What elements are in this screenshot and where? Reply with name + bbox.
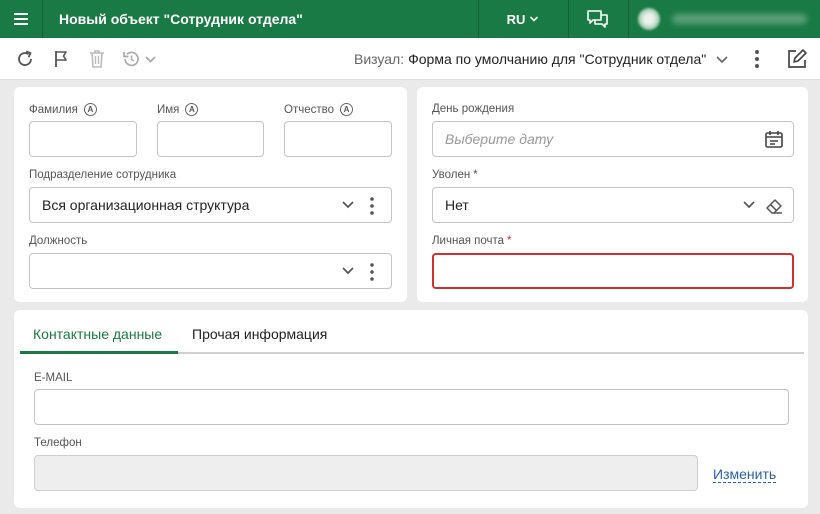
department-dropdown[interactable] xyxy=(341,196,355,214)
toolbar: Визуал: Форма по умолчанию для "Сотрудни… xyxy=(0,38,820,80)
department-more[interactable] xyxy=(369,196,375,216)
last-name-label: Фамилия A xyxy=(29,103,97,116)
flag-button[interactable] xyxy=(48,46,74,72)
calendar-icon xyxy=(765,131,783,148)
personal-email-label: Личная почта * xyxy=(432,235,512,247)
position-select[interactable] xyxy=(29,253,392,289)
menu-button[interactable] xyxy=(0,0,42,38)
chevron-down-icon xyxy=(716,56,728,64)
chat-button[interactable] xyxy=(568,0,628,38)
required-mark: * xyxy=(473,169,478,181)
tab-other-info[interactable]: Прочая информация xyxy=(192,326,327,342)
first-name-label-text: Имя xyxy=(157,103,180,116)
fired-clear-button[interactable] xyxy=(764,196,784,216)
refresh-icon xyxy=(18,50,32,66)
required-mark: * xyxy=(507,235,512,247)
menu-icon xyxy=(14,13,28,25)
edit-button[interactable] xyxy=(784,46,810,72)
user-name-blurred xyxy=(672,14,807,24)
chevron-down-icon xyxy=(342,267,354,275)
email-input[interactable] xyxy=(34,389,789,425)
more-vertical-icon xyxy=(370,197,374,215)
middle-name-label: Отчество A xyxy=(284,103,353,116)
flag-icon xyxy=(55,51,67,67)
avatar xyxy=(638,8,660,30)
fired-dropdown[interactable] xyxy=(742,196,756,214)
phone-label: Телефон xyxy=(34,437,82,449)
middle-name-label-text: Отчество xyxy=(284,103,334,116)
visual-label: Визуал: xyxy=(354,51,405,67)
department-value: Вся организационная структура xyxy=(42,197,250,213)
active-tab-indicator xyxy=(20,351,178,354)
visual-value: Форма по умолчанию для "Сотрудник отдела… xyxy=(408,51,707,67)
position-more[interactable] xyxy=(369,262,375,282)
fired-label: Уволен * xyxy=(432,169,478,181)
page-title: Новый объект "Сотрудник отдела" xyxy=(59,11,303,27)
chat-icon xyxy=(587,10,608,28)
last-name-input[interactable] xyxy=(29,121,137,157)
visual-selector[interactable]: Визуал: Форма по умолчанию для "Сотрудни… xyxy=(354,51,730,67)
email-label: E-MAIL xyxy=(34,372,73,384)
department-select[interactable]: Вся организационная структура xyxy=(29,187,392,223)
app-header: Новый объект "Сотрудник отдела" RU xyxy=(0,0,820,38)
chevron-down-icon xyxy=(743,201,755,209)
birthday-label: День рождения xyxy=(432,103,515,115)
tab-contacts[interactable]: Контактные данные xyxy=(33,326,162,342)
chevron-down-icon xyxy=(530,16,539,22)
department-label: Подразделение сотрудника xyxy=(29,169,177,181)
auto-fill-icon: A xyxy=(185,103,199,116)
history-button[interactable] xyxy=(120,46,160,72)
more-vertical-icon xyxy=(370,263,374,281)
calendar-button[interactable] xyxy=(764,129,784,149)
fired-value: Нет xyxy=(445,197,469,213)
user-menu[interactable] xyxy=(628,0,820,38)
position-label: Должность xyxy=(29,235,88,247)
change-phone-link[interactable]: Изменить xyxy=(713,466,777,483)
last-name-label-text: Фамилия xyxy=(29,103,78,116)
trash-icon xyxy=(90,50,104,68)
edit-icon xyxy=(788,49,807,68)
delete-button[interactable] xyxy=(84,46,110,72)
more-vertical-icon xyxy=(755,50,759,68)
header-divider xyxy=(42,0,43,38)
more-options-button[interactable] xyxy=(744,46,770,72)
phone-input xyxy=(34,455,698,491)
fired-label-text: Уволен xyxy=(432,169,471,181)
middle-name-input[interactable] xyxy=(284,121,392,157)
tab-bar: Контактные данные Прочая информация xyxy=(20,316,804,354)
first-name-input[interactable] xyxy=(157,121,264,157)
birthday-input[interactable]: Выберите дату xyxy=(432,121,794,157)
auto-fill-icon: A xyxy=(340,103,353,116)
first-name-label: Имя A xyxy=(157,103,199,116)
chevron-down-icon xyxy=(342,201,354,209)
personal-email-input[interactable] xyxy=(432,253,794,289)
language-selector[interactable]: RU xyxy=(478,0,568,38)
personal-email-label-text: Личная почта xyxy=(432,235,505,247)
refresh-button[interactable] xyxy=(12,46,38,72)
eraser-icon xyxy=(766,199,782,214)
auto-fill-icon: A xyxy=(83,103,97,116)
language-label: RU xyxy=(506,11,526,27)
birthday-placeholder: Выберите дату xyxy=(445,131,554,147)
fired-select[interactable]: Нет xyxy=(432,187,794,223)
history-icon xyxy=(123,51,156,67)
position-dropdown[interactable] xyxy=(341,262,355,280)
